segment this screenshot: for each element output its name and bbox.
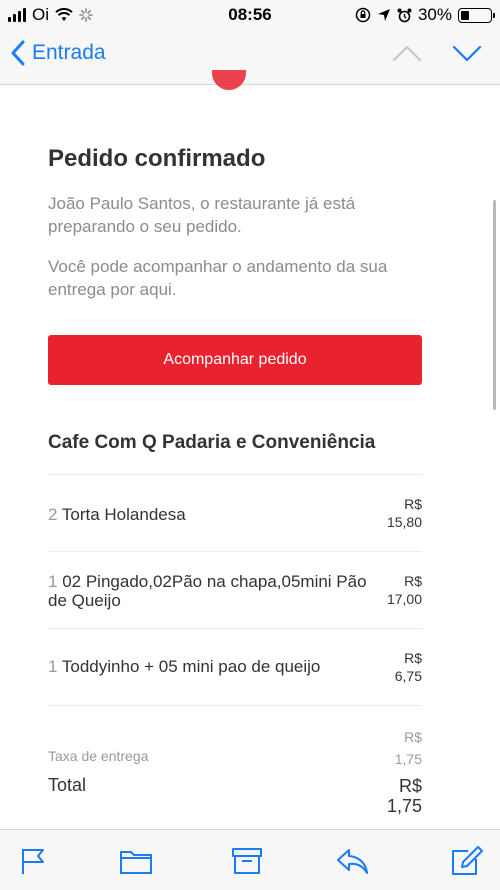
next-message-icon[interactable]	[452, 44, 482, 62]
item-amount: 6,75	[394, 668, 422, 684]
item-qty: 2	[48, 505, 58, 524]
compose-icon[interactable]	[450, 846, 484, 876]
item-currency: R$	[404, 650, 422, 666]
item-title: Torta Holandesa	[61, 505, 186, 524]
location-icon	[377, 9, 390, 21]
intro-text: João Paulo Santos, o restaurante já está…	[48, 194, 356, 236]
divider	[48, 474, 422, 475]
chevron-left-icon	[11, 40, 25, 66]
mail-toolbar	[0, 829, 500, 890]
tracking-text: Você pode acompanhar o andamento da sua …	[48, 257, 388, 299]
total-currency: R$	[398, 776, 422, 796]
item-title: 02 Pingado,02Pão na chapa,05mini Pão de …	[48, 572, 367, 610]
delivery-fee-label: Taxa de entrega	[48, 748, 149, 764]
item-amount: 15,80	[386, 514, 422, 530]
battery-icon	[458, 7, 495, 23]
delivery-fee-amount: 1,75	[394, 751, 422, 767]
back-label: Entrada	[32, 41, 106, 64]
status-right: 30%	[355, 5, 495, 25]
item-price: R$ 15,80	[387, 495, 422, 531]
status-bar: Oi 08:56 30%	[0, 0, 500, 30]
total-label: Total	[48, 775, 87, 795]
total-amount: 1,75	[386, 796, 422, 816]
item-qty: 1	[48, 657, 58, 676]
item-price: R$ 6,75	[395, 649, 422, 685]
delivery-fee-price: R$ 1,75	[395, 726, 422, 770]
message-nav	[392, 44, 482, 62]
item-amount: 17,00	[386, 591, 422, 607]
rotation-lock-icon	[355, 7, 371, 23]
battery-level	[461, 10, 469, 20]
divider	[48, 551, 422, 552]
item-name: 2 Torta Holandesa	[48, 505, 368, 524]
track-order-button[interactable]: Acompanhar pedido	[48, 335, 422, 385]
divider	[48, 705, 422, 706]
alarm-icon	[397, 8, 412, 22]
reply-icon[interactable]	[335, 846, 369, 876]
back-button[interactable]: Entrada	[10, 40, 106, 66]
mail-nav-bar: Entrada	[0, 30, 500, 85]
divider	[48, 628, 422, 629]
flag-icon[interactable]	[17, 846, 51, 876]
archive-icon[interactable]	[230, 846, 264, 876]
delivery-fee-currency: R$	[404, 729, 422, 745]
previous-message-icon[interactable]	[392, 44, 422, 62]
store-name: Cafe Com Q Padaria e Conveniência	[48, 432, 376, 453]
item-name: 1 02 Pingado,02Pão na chapa,05mini Pão d…	[48, 572, 368, 610]
item-currency: R$	[404, 496, 422, 512]
scrollbar[interactable]	[493, 200, 496, 410]
email-body: Pedido confirmado João Paulo Santos, o r…	[0, 85, 500, 829]
item-title: Toddyinho + 05 mini pao de queijo	[61, 657, 321, 676]
total-price: R$ 1,75	[387, 776, 422, 816]
item-currency: R$	[404, 573, 422, 589]
battery-percent: 30%	[417, 5, 452, 24]
item-name: 1 Toddyinho + 05 mini pao de queijo	[48, 657, 368, 676]
item-price: R$ 17,00	[387, 572, 422, 608]
item-qty: 1	[48, 572, 58, 591]
page-title: Pedido confirmado	[48, 145, 266, 172]
folder-icon[interactable]	[119, 846, 153, 876]
